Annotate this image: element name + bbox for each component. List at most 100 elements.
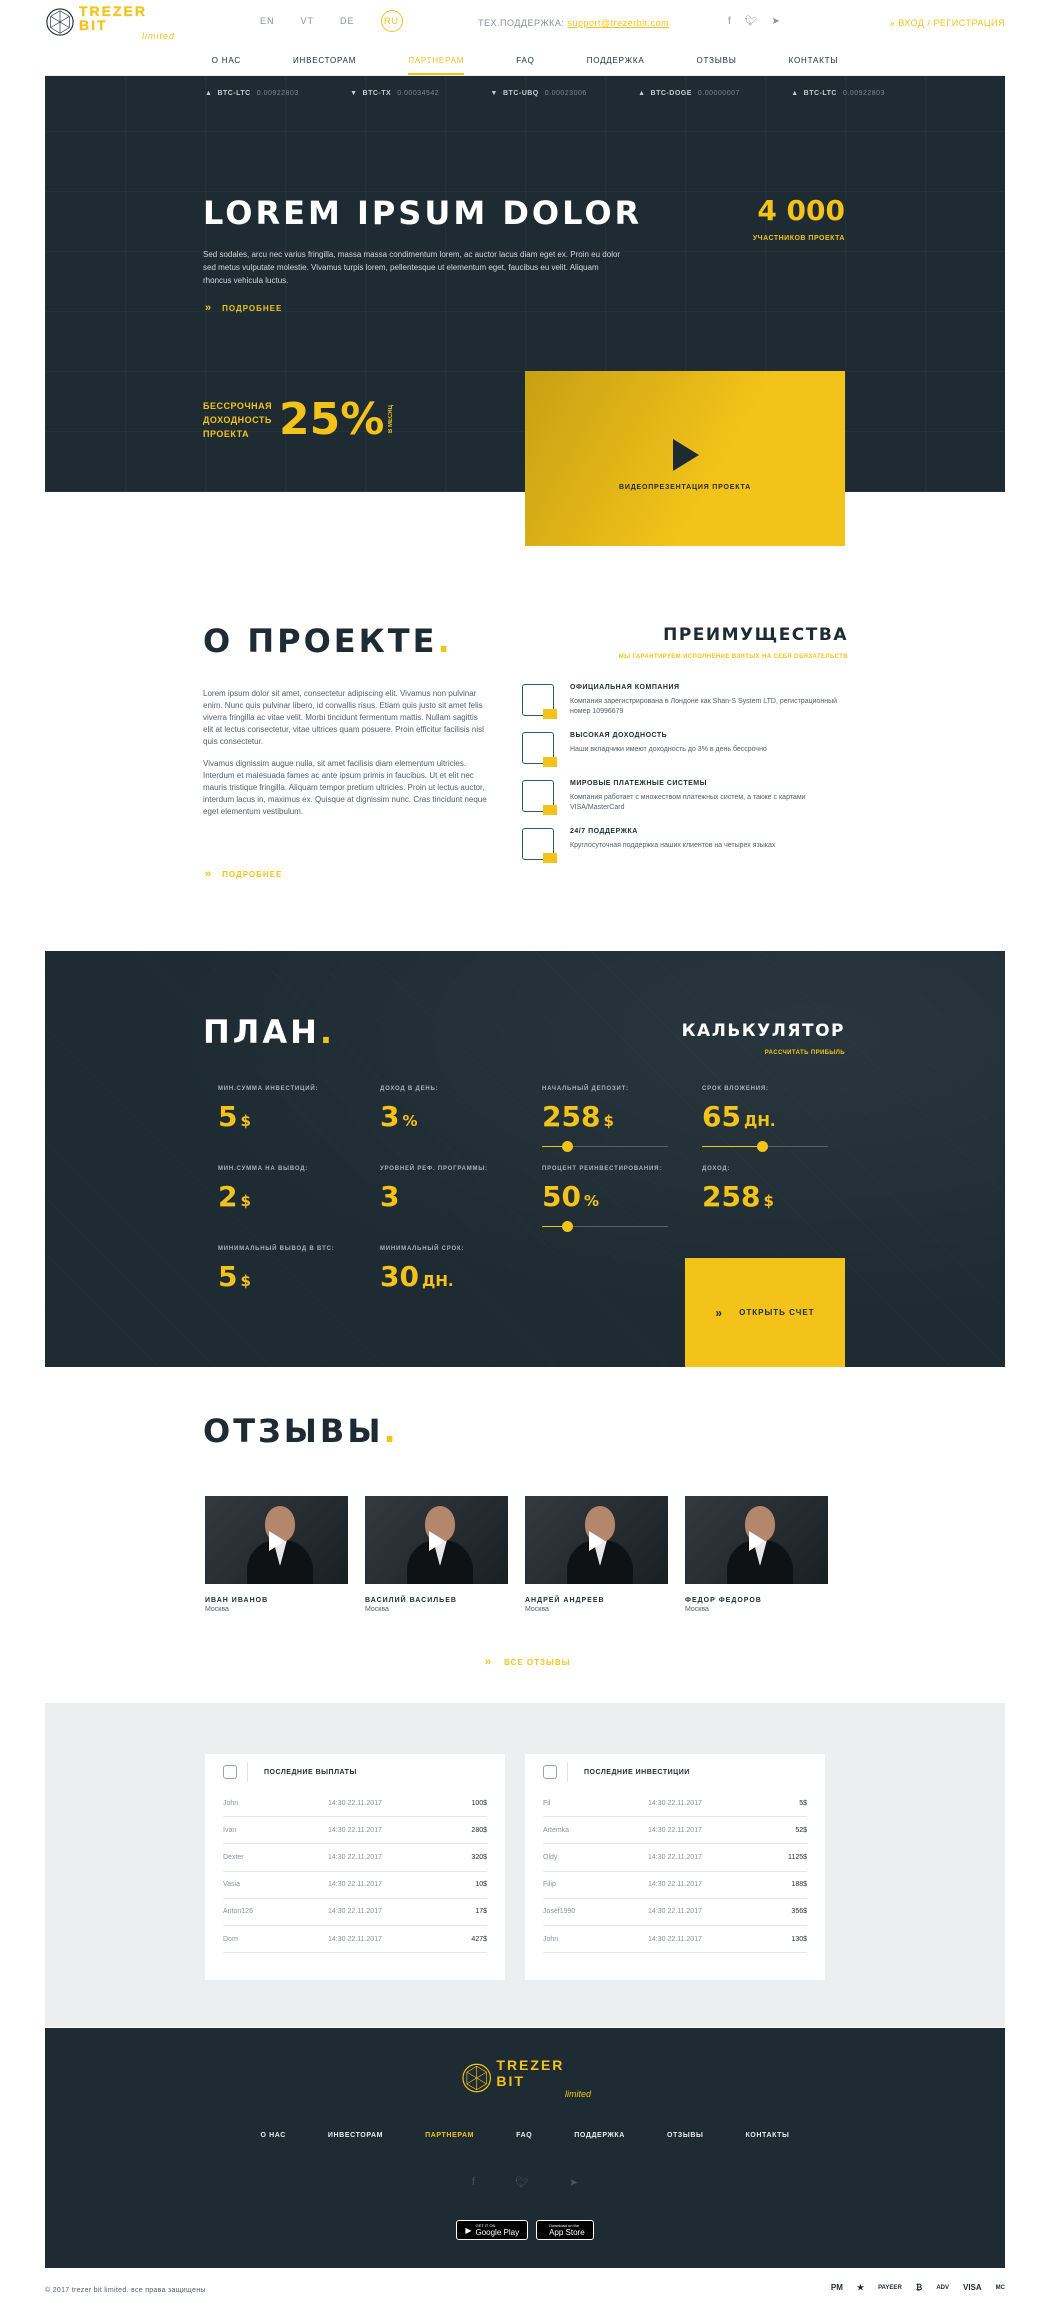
review-video-thumbnail[interactable]: [685, 1496, 828, 1584]
term-unit: ДН.: [743, 1112, 776, 1130]
about-title-text: О ПРОЕКТЕ: [203, 622, 438, 660]
row-amount: 427$: [471, 1935, 487, 1943]
play-icon[interactable]: [269, 1531, 285, 1551]
plan-cell: МИНИМАЛЬНЫЙ ВЫВОД В BTC: 5 $: [218, 1246, 335, 1293]
reinvest-value: 50: [542, 1180, 581, 1213]
facebook-icon[interactable]: f: [472, 2176, 475, 2189]
calculator-subtitle: РАССЧИТАТЬ ПРИБЫЛЬ: [764, 1050, 845, 1056]
telegram-icon[interactable]: ➤: [771, 16, 779, 27]
nav-contacts[interactable]: КОНТАКТЫ: [789, 52, 839, 75]
nav-reviews[interactable]: ОТЗЫВЫ: [697, 52, 737, 75]
lang-de[interactable]: DE: [340, 16, 355, 32]
participants-label: УЧАСТНИКОВ ПРОЕКТА: [752, 235, 845, 242]
table-row: Artemka 14:30 22.11.2017 52$: [543, 1817, 807, 1845]
ticker-pair: BTC-DOGE: [650, 90, 692, 97]
nav-partners[interactable]: ПАРТНЕРАМ: [408, 52, 465, 75]
footer-nav-about[interactable]: О НАС: [261, 2132, 286, 2139]
nav-faq[interactable]: FAQ: [516, 52, 534, 75]
main-nav: О НАС ИНВЕСТОРАМ ПАРТНЕРАМ FAQ ПОДДЕРЖКА…: [45, 52, 1005, 76]
social-links: f 🐦︎ ➤: [728, 16, 780, 27]
income-unit: $: [763, 1192, 774, 1210]
payouts-header: ПОСЛЕДНИЕ ВЫПЛАТЫ: [205, 1754, 505, 1790]
plan-label: ДОХОД В ДЕНЬ:: [380, 1086, 439, 1092]
ticker-pair: BTC-TX: [362, 90, 392, 97]
footer-nav-support[interactable]: ПОДДЕРЖКА: [574, 2132, 625, 2139]
plan-background: [45, 951, 1005, 1367]
footer-nav-faq[interactable]: FAQ: [516, 2132, 532, 2139]
review-card[interactable]: АНДРЕЙ АНДРЕЕВ Москва: [525, 1496, 668, 1613]
app-store-button[interactable]: Download on the App Store: [536, 2220, 594, 2240]
nav-investors[interactable]: ИНВЕСТОРАМ: [293, 52, 356, 75]
footer-logo[interactable]: TREZER BIT limited: [461, 2057, 591, 2099]
nav-about[interactable]: О НАС: [212, 52, 241, 75]
advantage-text: Компания работает с множеством платежных…: [570, 794, 806, 811]
row-amount: 356$: [791, 1908, 807, 1916]
advantage-text: Наши вкладчики имеют доходность до 3% в …: [570, 746, 767, 753]
twitter-icon[interactable]: 🐦︎: [515, 2176, 529, 2189]
lang-ru[interactable]: RU: [380, 10, 403, 32]
arrow-up-icon: ▲: [638, 90, 646, 97]
footer-nav-partners[interactable]: ПАРТНЕРАМ: [425, 2132, 474, 2139]
yield-label: БЕССРОЧНАЯ ДОХОДНОСТЬ ПРОЕКТА: [203, 400, 273, 439]
perfect-money-icon: PM: [830, 2283, 843, 2292]
ticker-item: ▼ BTC-TX 0.00034542: [350, 90, 439, 97]
row-name: John: [223, 1799, 239, 1807]
app-store-label: App Store: [549, 2228, 585, 2237]
about-more-link[interactable]: ПОДРОБНЕЕ: [205, 868, 282, 880]
twitter-icon[interactable]: 🐦︎: [745, 16, 758, 27]
footer-nav-contacts[interactable]: КОНТАКТЫ: [745, 2132, 789, 2139]
open-account-button[interactable]: ОТКРЫТЬ СЧЕТ: [685, 1258, 845, 1367]
google-play-icon: ▶: [465, 2225, 472, 2235]
row-amount: 130$: [791, 1935, 807, 1943]
advantages-header: ПРЕИМУЩЕСТВА МЫ ГАРАНТИРУЕМ ИСПОЛНЕНИЕ В…: [619, 625, 848, 663]
ticker-pair: BTC-UBQ: [502, 90, 539, 97]
footer-logo-subtext: limited: [564, 2089, 591, 2099]
google-play-button[interactable]: ▶ GET IT ON Google Play: [456, 2220, 529, 2240]
plan-section: ПЛАН. МИН.СУММА ИНВЕСТИЦИЙ: 5 $ ДОХОД В ДЕ…: [45, 951, 1005, 1367]
advantage-item: МИРОВЫЕ ПЛАТЕЖНЫЕ СИСТЕМЫ Компания работа…: [522, 780, 848, 818]
video-presentation[interactable]: ВИДЕОПРЕЗЕНТАЦИЯ ПРОЕКТА: [525, 371, 845, 546]
mastercard-icon: MC: [995, 2284, 1005, 2291]
term-slider[interactable]: [702, 1141, 828, 1152]
footer-social-links: f 🐦︎ ➤: [45, 2176, 1005, 2189]
logo[interactable]: TREZER BIT limited: [45, 3, 175, 40]
review-card[interactable]: ФЕДОР ФЕДОРОВ Москва: [685, 1496, 828, 1613]
reinvest-slider[interactable]: [542, 1221, 668, 1232]
row-name: Anton126: [223, 1908, 253, 1916]
term-field: СРОК ВЛОЖЕНИЯ: 65 ДН.: [702, 1086, 776, 1133]
ticker-item: ▲ BTC-LTC 0.00922803: [205, 90, 299, 97]
telegram-icon[interactable]: ➤: [569, 2176, 578, 2189]
play-icon[interactable]: [749, 1531, 765, 1551]
deposit-label: НАЧАЛЬНЫЙ ДЕПОЗИТ:: [542, 1086, 629, 1092]
login-arrow-icon: »: [889, 18, 899, 28]
review-card[interactable]: ВАСИЛИЙ ВАСИЛЬЕВ Москва: [365, 1496, 508, 1613]
login-register-link[interactable]: » ВХОД / РЕГИСТРАЦИЯ: [890, 18, 1005, 28]
plan-cell: МИН.СУММА НА ВЫВОД: 2 $: [218, 1166, 308, 1213]
row-time: 14:30 22.11.2017: [648, 1826, 702, 1834]
row-amount: 17$: [475, 1908, 487, 1916]
advantages-subtitle: МЫ ГАРАНТИРУЕМ ИСПОЛНЕНИЕ ВЗЯТЫХ НА СЕБЯ…: [618, 654, 848, 660]
hero-text: Sed sodales, arcu nec varius fringilla, …: [203, 250, 621, 285]
lang-vt[interactable]: VT: [301, 16, 315, 32]
review-card[interactable]: ИВАН ИВАНОВ Москва: [205, 1496, 348, 1613]
nav-support[interactable]: ПОДДЕРЖКА: [587, 52, 645, 75]
deposit-slider[interactable]: [542, 1141, 668, 1152]
play-icon[interactable]: [589, 1531, 605, 1551]
support-email-link[interactable]: support@trezerbit.com: [567, 18, 669, 28]
footer-nav-reviews[interactable]: ОТЗЫВЫ: [667, 2132, 703, 2139]
facebook-icon[interactable]: f: [728, 16, 731, 27]
reviewer-name: ИВАН ИВАНОВ: [205, 1597, 269, 1604]
footer-nav-investors[interactable]: ИНВЕСТОРАМ: [328, 2132, 383, 2139]
review-video-thumbnail[interactable]: [525, 1496, 668, 1584]
title-dot: .: [383, 1412, 399, 1450]
review-video-thumbnail[interactable]: [205, 1496, 348, 1584]
arrow-down-icon: ▼: [350, 90, 358, 97]
review-video-thumbnail[interactable]: [365, 1496, 508, 1584]
lang-en[interactable]: EN: [260, 16, 275, 32]
row-name: John: [543, 1935, 559, 1943]
all-reviews-link[interactable]: ВСЕ ОТЗЫВЫ: [485, 1656, 571, 1668]
arrow-up-icon: ▲: [791, 90, 799, 97]
play-icon[interactable]: [673, 439, 699, 471]
hero-more-link[interactable]: ПОДРОБНЕЕ: [205, 302, 282, 314]
play-icon[interactable]: [429, 1531, 445, 1551]
